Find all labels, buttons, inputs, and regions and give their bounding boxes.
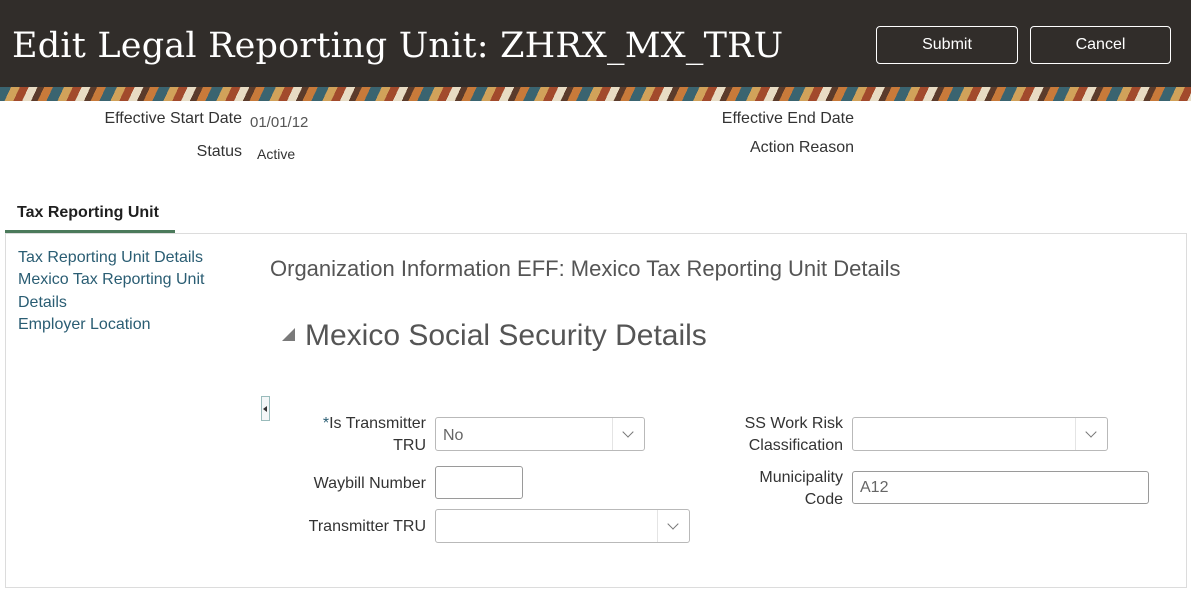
municipality-code-label-line2: Code <box>804 491 843 508</box>
is-transmitter-tru-label-line1: Is Transmitter <box>329 415 426 432</box>
decorative-banner-strip <box>0 87 1191 101</box>
transmitter-tru-label: Transmitter TRU <box>308 518 426 535</box>
tab-label: Tax Reporting Unit <box>17 204 159 221</box>
section-title: Mexico Social Security Details <box>305 319 707 352</box>
page-header: Edit Legal Reporting Unit: ZHRX_MX_TRU S… <box>0 0 1191 87</box>
tab-tax-reporting-unit[interactable]: Tax Reporting Unit <box>5 196 175 233</box>
nav-link-employer-location[interactable]: Employer Location <box>18 314 151 336</box>
is-transmitter-tru-value: No <box>443 427 464 444</box>
is-transmitter-tru-select[interactable]: No <box>435 417 645 451</box>
municipality-code-label: Municipality Code <box>700 467 843 511</box>
ss-work-risk-label: SS Work Risk Classification <box>700 413 843 457</box>
effective-end-date-label: Effective End Date <box>721 110 854 127</box>
ss-work-risk-select[interactable] <box>852 417 1108 451</box>
municipality-code-label-line1: Municipality <box>759 469 843 486</box>
municipality-code-input[interactable] <box>852 471 1149 504</box>
ss-work-risk-label-line1: SS Work Risk <box>744 415 843 432</box>
waybill-number-input[interactable] <box>435 466 523 499</box>
nav-link-mexico-tax-reporting-unit-details-cont[interactable]: Details <box>18 292 67 314</box>
chevron-down-icon[interactable] <box>657 510 689 542</box>
effective-start-date-value: 01/01/12 <box>250 114 309 131</box>
chevron-down-icon[interactable] <box>612 418 644 450</box>
collapse-triangle-icon[interactable] <box>282 328 295 341</box>
submit-button[interactable]: Submit <box>876 26 1018 64</box>
eff-section-title: Organization Information EFF: Mexico Tax… <box>270 256 901 281</box>
status-label: Status <box>196 143 242 160</box>
transmitter-tru-select[interactable] <box>435 509 690 543</box>
cancel-button[interactable]: Cancel <box>1030 26 1171 64</box>
waybill-number-label: Waybill Number <box>313 475 426 492</box>
effective-start-date-label: Effective Start Date <box>104 110 242 127</box>
chevron-down-icon[interactable] <box>1075 418 1107 450</box>
is-transmitter-tru-label-line2: TRU <box>393 437 426 454</box>
ss-work-risk-label-line2: Classification <box>748 437 843 454</box>
nav-link-tax-reporting-unit-details[interactable]: Tax Reporting Unit Details <box>18 247 203 269</box>
page-title: Edit Legal Reporting Unit: ZHRX_MX_TRU <box>12 26 784 66</box>
pane-collapse-handle[interactable] <box>261 396 270 421</box>
status-value: Active <box>257 146 296 162</box>
is-transmitter-tru-label: *Is Transmitter TRU <box>290 413 426 457</box>
nav-link-mexico-tax-reporting-unit-details[interactable]: Mexico Tax Reporting Unit <box>18 269 204 291</box>
action-reason-label: Action Reason <box>749 139 854 156</box>
